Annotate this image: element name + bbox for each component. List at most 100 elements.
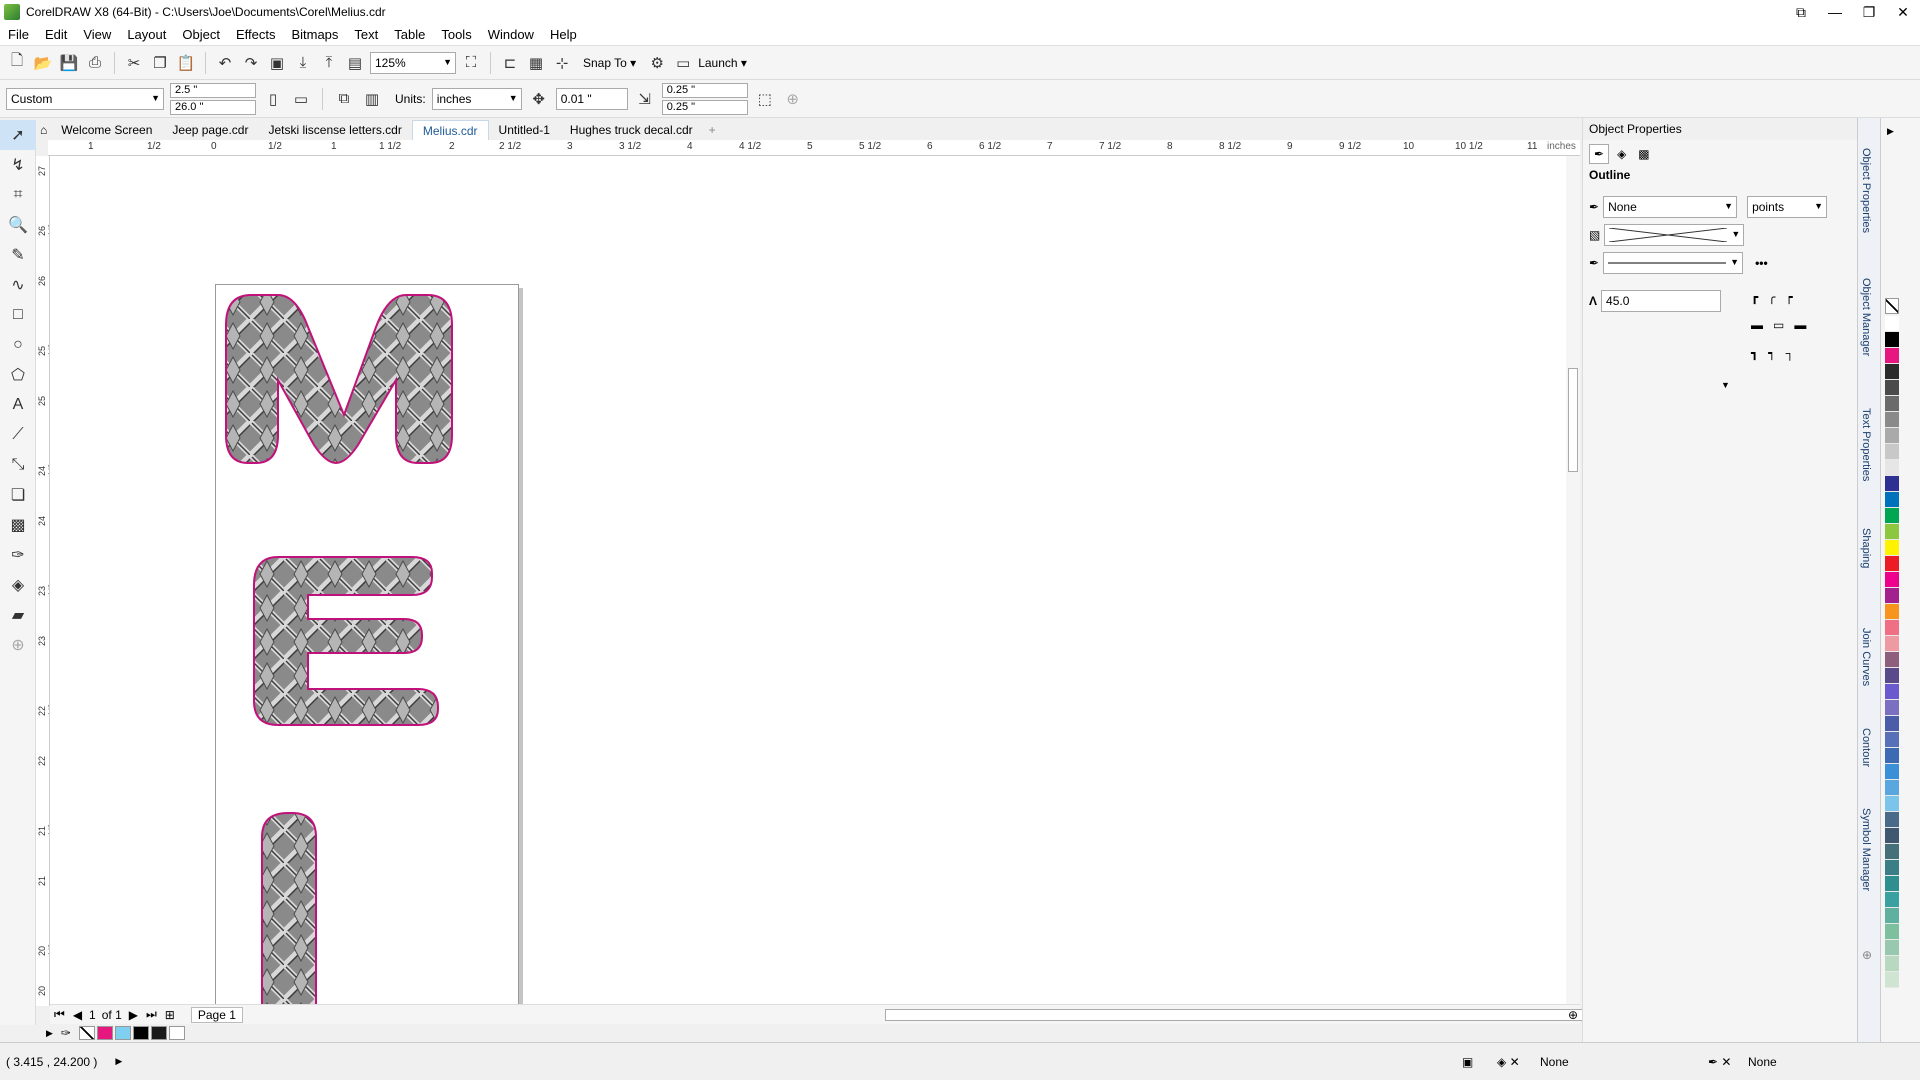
vertical-scrollbar[interactable]: [1566, 156, 1580, 1004]
edit-page-border-icon[interactable]: ⬚: [754, 88, 776, 110]
tab-object-manager[interactable]: Object Manager: [1860, 278, 1872, 356]
menu-text[interactable]: Text: [346, 27, 386, 42]
application-launcher-icon[interactable]: ▭: [672, 52, 694, 74]
palette-swatch[interactable]: [1885, 508, 1899, 524]
color-eyedropper-tool-icon[interactable]: ✑: [0, 540, 36, 570]
last-page-icon[interactable]: ⏭: [142, 1007, 161, 1022]
new-document-icon[interactable]: 🗋: [6, 52, 28, 74]
horizontal-ruler[interactable]: 1 1/2 0 1/2 1 1 1/2 2 2 1/2 3 3 1/2 4 4 …: [48, 140, 1580, 156]
expand-section-icon[interactable]: ▼: [1721, 380, 1730, 390]
palette-swatch[interactable]: [1885, 396, 1899, 412]
freehand-tool-icon[interactable]: ✎: [0, 240, 36, 270]
fill-bucket-icon[interactable]: ◈: [1613, 145, 1630, 163]
home-icon[interactable]: ⌂: [36, 123, 51, 137]
polygon-tool-icon[interactable]: ⬠: [0, 360, 36, 390]
menu-effects[interactable]: Effects: [228, 27, 284, 42]
light-blue-swatch[interactable]: [114, 1026, 131, 1040]
horizontal-scrollbar[interactable]: [885, 1009, 1595, 1021]
tab-hughes-truck-decal[interactable]: Hughes truck decal.cdr: [560, 120, 703, 140]
bevel-corner-icon[interactable]: ┍: [1785, 290, 1792, 304]
palette-swatch[interactable]: [1885, 844, 1899, 860]
portrait-icon[interactable]: ▯: [262, 88, 284, 110]
snap-to-dropdown[interactable]: Snap To ▾: [577, 56, 642, 70]
palette-swatch[interactable]: [1885, 332, 1899, 348]
add-tool-icon[interactable]: ⊕: [0, 630, 36, 660]
drawing-page[interactable]: [215, 284, 519, 1004]
outline-width-dropdown[interactable]: None ▼: [1603, 196, 1738, 218]
palette-scroll-up-icon[interactable]: ▶: [1887, 126, 1894, 137]
palette-swatch[interactable]: [1885, 620, 1899, 636]
outside-outline-icon[interactable]: ┓: [1751, 346, 1758, 360]
palette-swatch[interactable]: [1885, 828, 1899, 844]
palette-swatch[interactable]: [1885, 972, 1899, 988]
transparency-icon[interactable]: ▩: [1634, 145, 1653, 163]
tab-welcome-screen[interactable]: Welcome Screen: [51, 120, 162, 140]
menu-table[interactable]: Table: [386, 27, 433, 42]
palette-swatch[interactable]: [1885, 380, 1899, 396]
palette-swatch[interactable]: [1885, 444, 1899, 460]
show-guidelines-icon[interactable]: ⊹: [551, 52, 573, 74]
export-icon[interactable]: ⤒: [318, 52, 340, 74]
palette-swatch[interactable]: [1885, 412, 1899, 428]
palette-swatch[interactable]: [1885, 556, 1899, 572]
palette-swatch[interactable]: [1885, 652, 1899, 668]
palette-swatch[interactable]: [1885, 780, 1899, 796]
add-docker-icon[interactable]: ⊕: [1862, 948, 1872, 962]
transparency-tool-icon[interactable]: ▩: [0, 510, 36, 540]
round-cap-icon[interactable]: ▭: [1773, 318, 1784, 332]
text-tool-icon[interactable]: A: [0, 390, 36, 420]
palette-swatch[interactable]: [1885, 348, 1899, 364]
zoom-tool-icon[interactable]: 🔍: [0, 210, 36, 240]
artistic-media-tool-icon[interactable]: ∿: [0, 270, 36, 300]
menu-object[interactable]: Object: [174, 27, 228, 42]
drawing-canvas[interactable]: [50, 156, 1566, 1004]
menu-view[interactable]: View: [75, 27, 119, 42]
shape-tool-icon[interactable]: ↯: [0, 150, 36, 180]
cut-icon[interactable]: ✂: [123, 52, 145, 74]
menu-file[interactable]: File: [0, 27, 37, 42]
landscape-icon[interactable]: ▭: [290, 88, 312, 110]
round-corner-icon[interactable]: ╭: [1768, 290, 1775, 304]
vertical-scroll-thumb[interactable]: [1568, 368, 1578, 472]
palette-swatch[interactable]: [1885, 588, 1899, 604]
tab-melius[interactable]: Melius.cdr: [411, 120, 489, 140]
current-page-icon[interactable]: ▥: [361, 88, 383, 110]
outline-units-dropdown[interactable]: points ▼: [1747, 196, 1828, 218]
smart-fill-tool-icon[interactable]: ▰: [0, 600, 36, 630]
show-rulers-icon[interactable]: ⊏: [499, 52, 521, 74]
palette-swatch[interactable]: [1885, 476, 1899, 492]
zoom-level-dropdown[interactable]: 125% ▼: [370, 51, 456, 74]
launch-dropdown[interactable]: Launch ▾: [698, 56, 747, 70]
eyedropper-icon[interactable]: ✑: [61, 1026, 71, 1040]
drop-shadow-tool-icon[interactable]: ❏: [0, 480, 36, 510]
connector-tool-icon[interactable]: ⤡: [0, 450, 36, 480]
page-width-field[interactable]: 2.5 ": [170, 82, 256, 98]
duplicate-y-field[interactable]: 0.25 ": [661, 99, 748, 115]
palette-swatch[interactable]: [1885, 668, 1899, 684]
palette-swatch[interactable]: [1885, 732, 1899, 748]
palette-swatch[interactable]: [1885, 572, 1899, 588]
print-icon[interactable]: ⎙: [84, 52, 106, 74]
all-pages-icon[interactable]: ⧉: [333, 88, 355, 110]
palette-swatch[interactable]: [1885, 492, 1899, 508]
tab-jetski-letters[interactable]: Jetski liscense letters.cdr: [258, 120, 411, 140]
inside-outline-icon[interactable]: ┐: [1785, 346, 1794, 360]
paste-icon[interactable]: 📋: [175, 52, 197, 74]
palette-swatch[interactable]: [1885, 636, 1899, 652]
palette-swatch[interactable]: [1885, 892, 1899, 908]
tab-text-properties[interactable]: Text Properties: [1860, 408, 1872, 481]
tab-jeep-page[interactable]: Jeep page.cdr: [162, 120, 258, 140]
palette-swatch[interactable]: [1885, 684, 1899, 700]
redo-icon[interactable]: ↷: [240, 52, 262, 74]
page-tab[interactable]: Page 1: [190, 1006, 243, 1023]
palette-swatch[interactable]: [1885, 796, 1899, 812]
palette-swatch[interactable]: [1885, 604, 1899, 620]
palette-swatch[interactable]: [1885, 460, 1899, 476]
minimize-button[interactable]: —: [1818, 0, 1852, 24]
menu-tools[interactable]: Tools: [433, 27, 479, 42]
units-dropdown[interactable]: inches ▼: [431, 87, 522, 110]
palette-swatch[interactable]: [1885, 940, 1899, 956]
palette-swatch[interactable]: [1885, 876, 1899, 892]
menu-window[interactable]: Window: [480, 27, 542, 42]
palette-expand-icon[interactable]: ▶: [46, 1028, 53, 1039]
